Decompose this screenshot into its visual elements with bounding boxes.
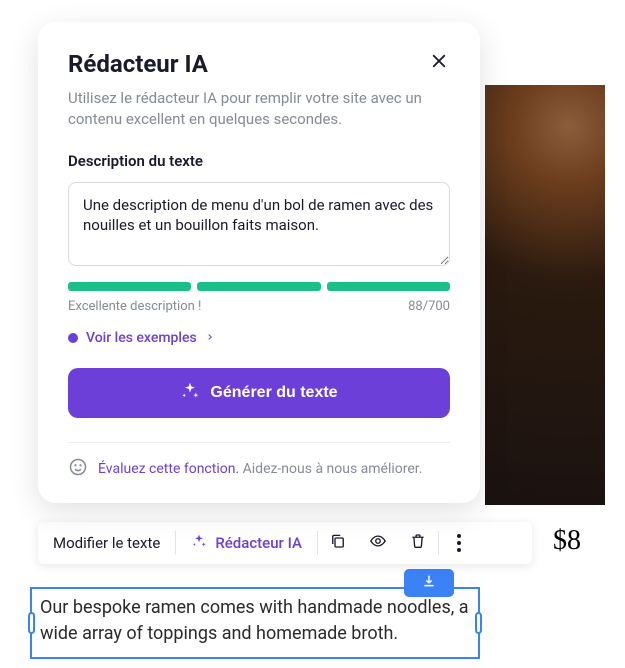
see-examples-label: Voir les exemples — [86, 330, 197, 346]
delete-button[interactable] — [398, 522, 438, 564]
sparkle-icon — [191, 533, 207, 553]
description-textarea[interactable] — [68, 182, 450, 266]
char-count: 88/700 — [408, 299, 450, 314]
resize-handle-right[interactable] — [475, 612, 482, 634]
resize-handle-left[interactable] — [28, 612, 35, 634]
visibility-button[interactable] — [358, 522, 398, 564]
copy-icon — [329, 532, 347, 554]
ai-writer-label: Rédacteur IA — [215, 534, 302, 552]
description-section-label: Description du texte — [68, 152, 450, 170]
ai-writer-modal: Rédacteur IA Utilisez le rédacteur IA po… — [38, 22, 480, 503]
progress-segment — [197, 282, 320, 291]
text-toolbar: Modifier le texte Rédacteur IA — [38, 522, 532, 564]
progress-segment — [327, 282, 450, 291]
see-examples-link[interactable]: Voir les exemples — [68, 330, 450, 346]
ai-writer-button[interactable]: Rédacteur IA — [176, 522, 317, 564]
eye-icon — [369, 532, 387, 554]
more-button[interactable] — [439, 522, 479, 564]
smiley-icon — [68, 457, 88, 481]
product-image — [485, 85, 605, 505]
quality-label: Excellente description ! — [68, 299, 201, 314]
close-button[interactable] — [428, 50, 450, 76]
quality-progress — [68, 282, 450, 291]
trash-icon — [409, 532, 427, 554]
edit-text-label: Modifier le texte — [53, 534, 160, 552]
selected-text-block[interactable]: Our bespoke ramen comes with handmade no… — [30, 587, 480, 659]
close-icon — [430, 55, 448, 74]
kebab-icon — [457, 534, 461, 552]
chevron-right-icon — [205, 330, 215, 346]
selected-text-content[interactable]: Our bespoke ramen comes with handmade no… — [40, 595, 470, 647]
sparkle-icon — [180, 381, 200, 406]
download-badge[interactable] — [404, 569, 454, 597]
edit-text-button[interactable]: Modifier le texte — [38, 522, 175, 564]
generate-button-label: Générer du texte — [210, 384, 337, 402]
modal-title: Rédacteur IA — [68, 50, 208, 78]
rate-feature-link[interactable]: Évaluez cette fonction. — [98, 461, 239, 477]
bulb-icon — [68, 333, 78, 343]
divider — [68, 442, 450, 443]
download-icon — [421, 573, 437, 593]
price-label: $8 — [553, 525, 581, 557]
modal-subtitle: Utilisez le rédacteur IA pour remplir vo… — [68, 88, 450, 130]
generate-text-button[interactable]: Générer du texte — [68, 368, 450, 418]
rating-help-text: Aidez-nous à nous améliorer. — [243, 461, 423, 477]
progress-segment — [68, 282, 191, 291]
copy-button[interactable] — [318, 522, 358, 564]
